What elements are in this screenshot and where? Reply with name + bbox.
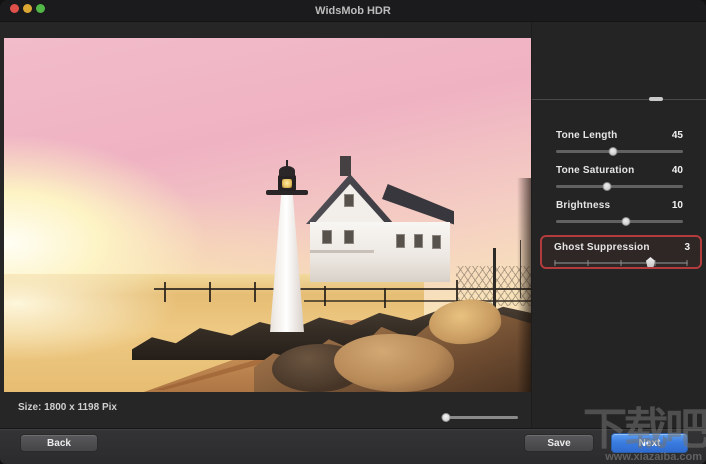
photo-house-window: [322, 230, 332, 244]
brightness-slider-thumb[interactable]: [621, 217, 630, 226]
brightness-slider[interactable]: [556, 220, 683, 223]
photo-edge-shadow: [517, 178, 531, 392]
photo-house-chimney: [340, 156, 351, 176]
photo-fence-post: [254, 282, 256, 302]
footer-bar: [0, 428, 706, 464]
photo-lighthouse-light: [282, 179, 292, 188]
tone-length-value: 45: [672, 130, 683, 141]
slider-tick: [686, 260, 687, 266]
tone-saturation-slider[interactable]: [556, 185, 683, 188]
back-button[interactable]: Back: [20, 434, 98, 452]
slider-group-tone-saturation: Tone Saturation 40: [556, 164, 683, 188]
app-window: WidsMob HDR: [0, 0, 706, 464]
photo-fence-post: [324, 286, 326, 306]
photo-house-window: [344, 230, 354, 244]
ghost-suppression-label: Ghost Suppression: [554, 242, 650, 253]
photo-fence-post: [164, 282, 166, 302]
photo-fence-post: [384, 288, 386, 308]
zoom-slider-thumb[interactable]: [442, 413, 451, 422]
photo-lighthouse-finial: [286, 160, 288, 167]
panel-top-slider-thumb[interactable]: [649, 97, 663, 101]
tone-length-slider[interactable]: [556, 150, 683, 153]
slider-group-tone-length: Tone Length 45: [556, 129, 683, 153]
photo-house-window: [432, 235, 441, 249]
ghost-suppression-slider[interactable]: [554, 262, 688, 264]
slider-group-brightness: Brightness 10: [556, 199, 683, 223]
photo-preview: [4, 38, 531, 392]
slider-tick: [587, 260, 588, 266]
photo-house-window: [344, 194, 354, 207]
next-button[interactable]: Next: [611, 433, 688, 453]
save-button[interactable]: Save: [524, 434, 594, 452]
photo-fence-post: [209, 282, 211, 302]
tone-saturation-label: Tone Saturation: [556, 165, 634, 176]
ghost-suppression-value: 3: [684, 242, 690, 253]
image-size-label: Size: 1800 x 1198 Pix: [18, 402, 117, 413]
window-title: WidsMob HDR: [0, 0, 706, 22]
ghost-suppression-highlight-box: Ghost Suppression 3: [540, 235, 702, 269]
photo-house-porch: [310, 250, 374, 253]
photo-house-window: [414, 234, 423, 248]
brightness-value: 10: [672, 200, 683, 211]
panel-divider: [532, 99, 706, 100]
tone-length-label: Tone Length: [556, 130, 617, 141]
tone-saturation-slider-thumb[interactable]: [602, 182, 611, 191]
photo-house-window: [396, 234, 405, 248]
adjustments-panel: Tone Length 45 Tone Saturation 40 Bright…: [531, 22, 706, 428]
tone-length-slider-thumb[interactable]: [609, 147, 618, 156]
slider-tick: [555, 260, 556, 266]
photo-lighthouse-dome: [279, 166, 295, 176]
brightness-label: Brightness: [556, 200, 610, 211]
slider-tick: [621, 260, 622, 266]
titlebar: WidsMob HDR: [0, 0, 706, 22]
tone-saturation-value: 40: [672, 165, 683, 176]
zoom-slider[interactable]: [443, 416, 518, 419]
ghost-suppression-slider-thumb[interactable]: [646, 257, 655, 267]
